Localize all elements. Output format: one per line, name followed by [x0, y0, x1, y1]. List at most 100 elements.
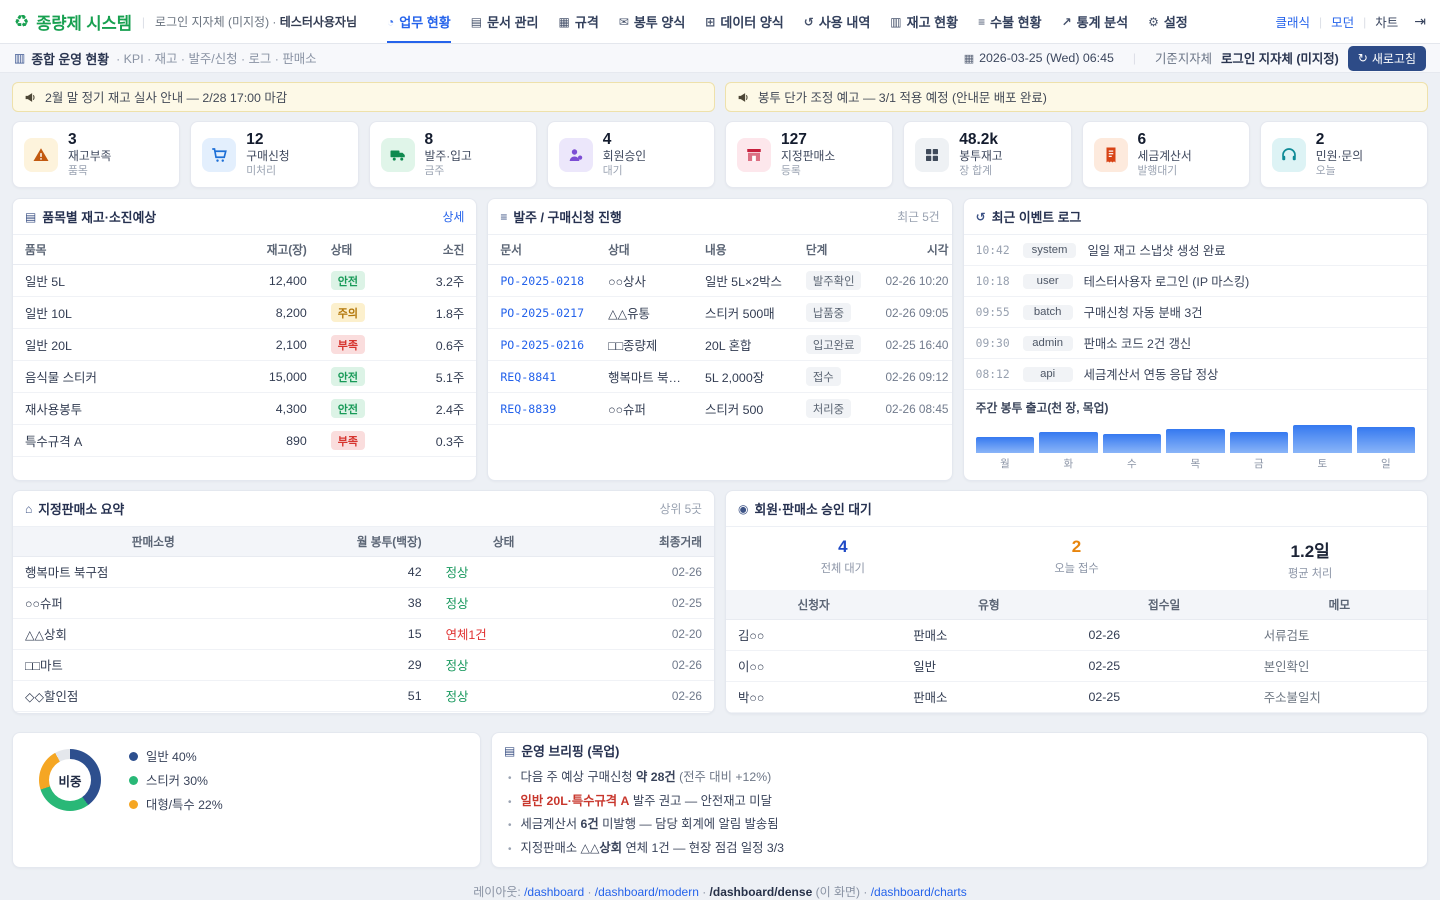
nav-item-settings[interactable]: ⚙설정	[1148, 0, 1188, 43]
nav-item-data-form[interactable]: ⊞데이터 양식	[705, 0, 783, 43]
week-bar-일	[1357, 427, 1415, 453]
nav-item-stats-analysis[interactable]: ↗통계 분석	[1062, 0, 1129, 43]
purchase-request-icon	[202, 138, 236, 172]
legend-item: 일반 40%	[129, 747, 223, 765]
footer-link-current: /dashboard/dense	[710, 885, 813, 899]
kpi-value: 3	[68, 131, 111, 149]
gauge-icon: ◔	[387, 15, 394, 29]
inventory-detail-link[interactable]: 상세	[443, 208, 465, 225]
middle-row: ▤품목별 재고·소진예상 상세 품목 재고(장) 상태 소진 일반 5L 12,…	[12, 198, 1428, 481]
nav-item-stock-status[interactable]: ▥재고 현황	[890, 0, 958, 43]
nav-item-usage-history[interactable]: ↺사용 내역	[804, 0, 871, 43]
nav-item-envelope-form[interactable]: ✉봉투 양식	[619, 0, 686, 43]
kpi-sublabel: 등록	[781, 164, 835, 178]
briefing-item: •세금계산서 6건 미발행 — 담당 회계에 알림 발송됨	[508, 814, 1411, 832]
kpi-card-member-approval[interactable]: 4 회원승인 대기	[547, 121, 715, 188]
share-donut-chart: 비중	[39, 749, 101, 811]
kpi-card-order-inbound[interactable]: 8 발주·입고 금주	[369, 121, 537, 188]
sub-header: ▥ 종합 운영 현황 · KPI · 재고 · 발주/신청 · 로그 · 판매소…	[0, 44, 1440, 73]
applicant-type: 일반	[901, 651, 1076, 682]
event-time: 09:55	[976, 306, 1012, 319]
order-time: 02-26 08:45	[873, 393, 952, 425]
refresh-icon: ↻	[1358, 51, 1368, 65]
item-depletion: 2.4주	[402, 393, 476, 425]
item-stock: 15,000	[217, 361, 319, 393]
status-badge: 부족	[331, 431, 365, 450]
item-stock: 8,200	[217, 297, 319, 329]
event-tag: system	[1023, 243, 1077, 258]
item-name: 일반 10L	[13, 297, 217, 329]
app-logo[interactable]: ♻ 종량제 시스템	[14, 10, 132, 34]
kpi-card-designated-stores[interactable]: 127 지정판매소 등록	[725, 121, 893, 188]
event-tag: admin	[1023, 336, 1073, 351]
layout-link-modern[interactable]: 모던	[1331, 12, 1354, 31]
event-message: 구매신청 자동 분배 3건	[1084, 303, 1203, 321]
logout-icon[interactable]: ⇥	[1414, 13, 1426, 30]
kpi-card-stock-shortage[interactable]: 3 재고부족 품목	[12, 121, 180, 188]
order-time: 02-26 09:05	[873, 297, 952, 329]
share-legend: 일반 40% 스티커 30% 대형/특수 22%	[129, 747, 223, 813]
item-depletion: 5.1주	[402, 361, 476, 393]
kpi-row: 3 재고부족 품목 12 구매신청 미처리 8 발주·입고 금주 4 회원승인 …	[12, 121, 1428, 188]
event-row: 08:12 api 세금계산서 연동 응답 정상	[964, 359, 1427, 390]
kpi-label: 세금계산서	[1138, 149, 1192, 164]
doc-link[interactable]: PO-2025-0217	[500, 306, 584, 320]
stat-value: 4	[726, 537, 960, 557]
app-title: 종량제 시스템	[36, 10, 132, 34]
nav-item-spec[interactable]: ▦규격	[559, 0, 599, 43]
stores-panel: ⌂지정판매소 요약 상위 5곳 판매소명 월 봉투(백장) 상태 최종거래 행복…	[12, 490, 715, 714]
divider: |	[142, 15, 145, 29]
event-time: 10:18	[976, 275, 1012, 288]
store-status: 정상	[446, 597, 469, 611]
layout-link-classic[interactable]: 클래식	[1275, 12, 1310, 31]
orders-count-label: 최근 5건	[897, 208, 939, 225]
refresh-button[interactable]: ↻ 새로고침	[1348, 46, 1426, 71]
footer-link[interactable]: /dashboard	[524, 885, 584, 899]
nav-item-ledger-status[interactable]: ≡수불 현황	[978, 0, 1041, 43]
stat-label: 오늘 접수	[960, 560, 1194, 576]
stat-value: 2	[960, 537, 1194, 557]
layout-link-chart[interactable]: 차트	[1375, 12, 1398, 31]
kpi-label: 회원승인	[603, 149, 646, 164]
stat-label: 전체 대기	[726, 560, 960, 576]
item-name: 일반 5L	[13, 265, 217, 297]
store-last-date: 02-26	[574, 681, 714, 712]
briefing-item: •다음 주 예상 구매신청 약 28건 (전주 대비 +12%)	[508, 767, 1411, 785]
doc-link[interactable]: PO-2025-0216	[500, 338, 584, 352]
order-row: PO-2025-0218 ○○상사 일반 5L×2박스 발주확인 02-26 1…	[488, 265, 952, 297]
order-content: 스티커 500	[693, 393, 794, 425]
event-time: 09:30	[976, 337, 1012, 350]
doc-link[interactable]: REQ-8841	[500, 370, 556, 384]
applicant-date: 02-25	[1077, 682, 1252, 713]
kpi-card-inquiries[interactable]: 2 민원·문의 오늘	[1260, 121, 1428, 188]
nav-item-doc-management[interactable]: ▤문서 관리	[471, 0, 539, 43]
applicant-name: 박○○	[726, 682, 901, 713]
footer-link[interactable]: /dashboard/modern	[595, 885, 699, 899]
bullet: •	[508, 797, 512, 808]
megaphone-icon	[737, 91, 750, 104]
inventory-row: 음식물 스티커 15,000 안전 5.1주	[13, 361, 476, 393]
order-content: 스티커 500매	[693, 297, 794, 329]
divider: ·	[860, 885, 871, 899]
kpi-card-tax-invoice[interactable]: 6 세금계산서 발행대기	[1082, 121, 1250, 188]
footer-link[interactable]: /dashboard/charts	[871, 885, 967, 899]
basis-label: 기준지자체	[1155, 49, 1212, 67]
designated-stores-icon	[737, 138, 771, 172]
store-last-date: 02-20	[574, 619, 714, 650]
doc-link[interactable]: REQ-8839	[500, 402, 556, 416]
event-row: 10:18 user 테스터사용자 로그인 (IP 마스킹)	[964, 266, 1427, 297]
order-row: REQ-8839 ○○슈퍼 스티커 500 처리중 02-26 08:45	[488, 393, 952, 425]
step-badge: 처리중	[806, 399, 851, 418]
notice-banner-1[interactable]: 2월 말 정기 재고 실사 안내 — 2/28 17:00 마감	[12, 82, 715, 112]
main-content: 2월 말 정기 재고 실사 안내 — 2/28 17:00 마감 봉투 단가 조…	[0, 73, 1440, 900]
kpi-card-purchase-request[interactable]: 12 구매신청 미처리	[190, 121, 358, 188]
nav-item-work-status[interactable]: ◔업무 현황	[387, 0, 451, 43]
event-message: 테스터사용자 로그인 (IP 마스킹)	[1084, 272, 1250, 290]
kpi-card-envelope-stock[interactable]: 48.2k 봉투재고 장 합계	[903, 121, 1071, 188]
kpi-label: 발주·입고	[425, 149, 472, 164]
top-bar: ♻ 종량제 시스템 | 로그인 지자체 (미지정) · 테스터사용자님 ◔업무 …	[0, 0, 1440, 44]
approval-row: 김○○ 판매소 02-26 서류검토	[726, 620, 1427, 651]
notice-banner-2[interactable]: 봉투 단가 조정 예고 — 3/1 적용 예정 (안내문 배포 완료)	[725, 82, 1428, 112]
inventory-panel: ▤품목별 재고·소진예상 상세 품목 재고(장) 상태 소진 일반 5L 12,…	[12, 198, 477, 481]
doc-link[interactable]: PO-2025-0218	[500, 274, 584, 288]
